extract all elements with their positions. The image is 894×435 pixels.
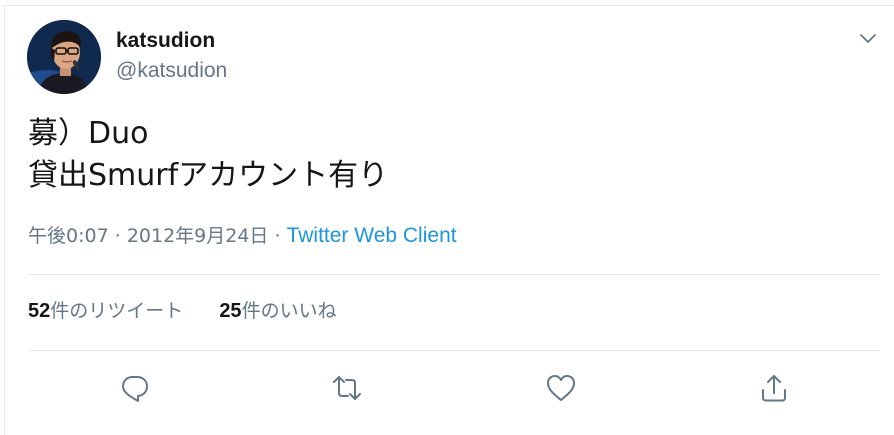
meta-separator-2: · [274, 225, 281, 247]
display-name[interactable]: katsudion [116, 28, 227, 54]
share-icon [762, 375, 786, 402]
screen-name[interactable]: @katsudion [116, 56, 227, 86]
heart-icon [547, 375, 575, 401]
meta-separator: · [114, 225, 121, 247]
like-button[interactable] [545, 372, 577, 404]
like-label: 件のいいね [241, 300, 337, 322]
tweet-date[interactable]: 2012年9月24日 [127, 225, 269, 247]
avatar[interactable] [27, 20, 101, 94]
retweet-icon [333, 376, 361, 400]
reply-icon [122, 376, 148, 402]
tweet-stats: 52件のリツイート 25件のいいね [28, 298, 337, 324]
share-button[interactable] [758, 372, 790, 404]
tweet-time[interactable]: 午後0:07 [28, 225, 109, 247]
tweet-text: 募）Duo 貸出Smurfアカウント有り [28, 116, 389, 193]
chevron-down-icon[interactable] [858, 30, 878, 44]
reply-button[interactable] [119, 372, 151, 404]
tweet-meta: 午後0:07 · 2012年9月24日 · Twitter Web Client [28, 223, 457, 249]
tweet-client-link[interactable]: Twitter Web Client [287, 224, 457, 247]
like-count-link[interactable]: 25件のいいね [219, 298, 336, 324]
divider [28, 274, 880, 275]
divider [28, 350, 880, 351]
retweet-label: 件のリツイート [50, 300, 184, 322]
retweet-count-link[interactable]: 52件のリツイート [28, 298, 183, 324]
retweet-button[interactable] [331, 372, 363, 404]
like-count: 25 [219, 300, 242, 322]
retweet-count: 52 [28, 300, 51, 322]
